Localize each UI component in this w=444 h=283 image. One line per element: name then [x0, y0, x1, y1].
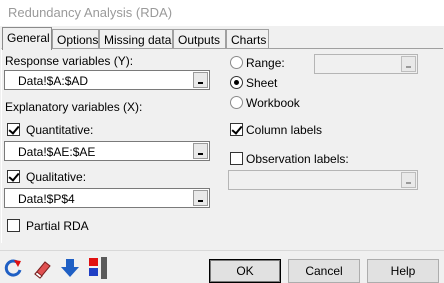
- quantitative-value: Data!$AE:$AE: [18, 145, 96, 159]
- flags-icon[interactable]: [87, 256, 109, 280]
- explanatory-variables-label: Explanatory variables (X):: [5, 100, 143, 114]
- range-label: Range:: [246, 56, 285, 70]
- response-variables-label: Response variables (Y):: [5, 54, 134, 68]
- response-variables-field[interactable]: Data!$A:$AD: [4, 70, 210, 90]
- column-labels-label: Column labels: [246, 123, 323, 137]
- observation-select-button[interactable]: [401, 172, 416, 188]
- workbook-label: Workbook: [246, 96, 300, 110]
- tab-charts[interactable]: Charts: [226, 29, 269, 49]
- qualitative-value: Data!$P$4: [18, 192, 75, 206]
- tab-outputs[interactable]: Outputs: [173, 29, 226, 49]
- partial-rda-checkbox[interactable]: [7, 219, 20, 232]
- sheet-radio[interactable]: [230, 76, 243, 89]
- response-variables-value: Data!$A:$AD: [18, 74, 89, 88]
- cancel-button[interactable]: Cancel: [288, 259, 360, 283]
- qualitative-field[interactable]: Data!$P$4: [4, 188, 210, 208]
- help-button[interactable]: Help: [367, 259, 439, 283]
- observation-labels-field[interactable]: [228, 170, 418, 190]
- sheet-label: Sheet: [246, 76, 278, 90]
- qualitative-select-button[interactable]: [193, 190, 208, 206]
- qualitative-label: Qualitative:: [26, 170, 87, 184]
- response-select-button[interactable]: [193, 72, 208, 88]
- quantitative-checkbox[interactable]: [7, 123, 20, 136]
- range-field[interactable]: [314, 54, 418, 74]
- tab-missing-data[interactable]: Missing data: [99, 29, 173, 49]
- quantitative-select-button[interactable]: [193, 143, 208, 159]
- range-radio[interactable]: [230, 56, 243, 69]
- reset-icon[interactable]: [3, 256, 25, 280]
- down-arrow-icon[interactable]: [59, 256, 81, 280]
- dialog-footer: OK Cancel Help: [0, 250, 444, 283]
- workbook-radio[interactable]: [230, 96, 243, 109]
- range-select-button[interactable]: [401, 56, 416, 72]
- tab-options[interactable]: Options: [52, 29, 99, 49]
- partial-rda-label: Partial RDA: [26, 219, 89, 233]
- rda-dialog: Redundancy Analysis (RDA) General Option…: [0, 0, 444, 283]
- window-title: Redundancy Analysis (RDA): [8, 5, 173, 20]
- tab-general[interactable]: General: [2, 27, 52, 50]
- title-bar: Redundancy Analysis (RDA): [0, 0, 444, 26]
- quantitative-label: Quantitative:: [26, 123, 94, 137]
- observation-labels-label: Observation labels:: [246, 152, 349, 166]
- eraser-icon[interactable]: [31, 256, 53, 280]
- qualitative-checkbox[interactable]: [7, 170, 20, 183]
- ok-button[interactable]: OK: [209, 259, 281, 283]
- quantitative-field[interactable]: Data!$AE:$AE: [4, 141, 210, 161]
- observation-labels-checkbox[interactable]: [230, 152, 243, 165]
- column-labels-checkbox[interactable]: [230, 123, 243, 136]
